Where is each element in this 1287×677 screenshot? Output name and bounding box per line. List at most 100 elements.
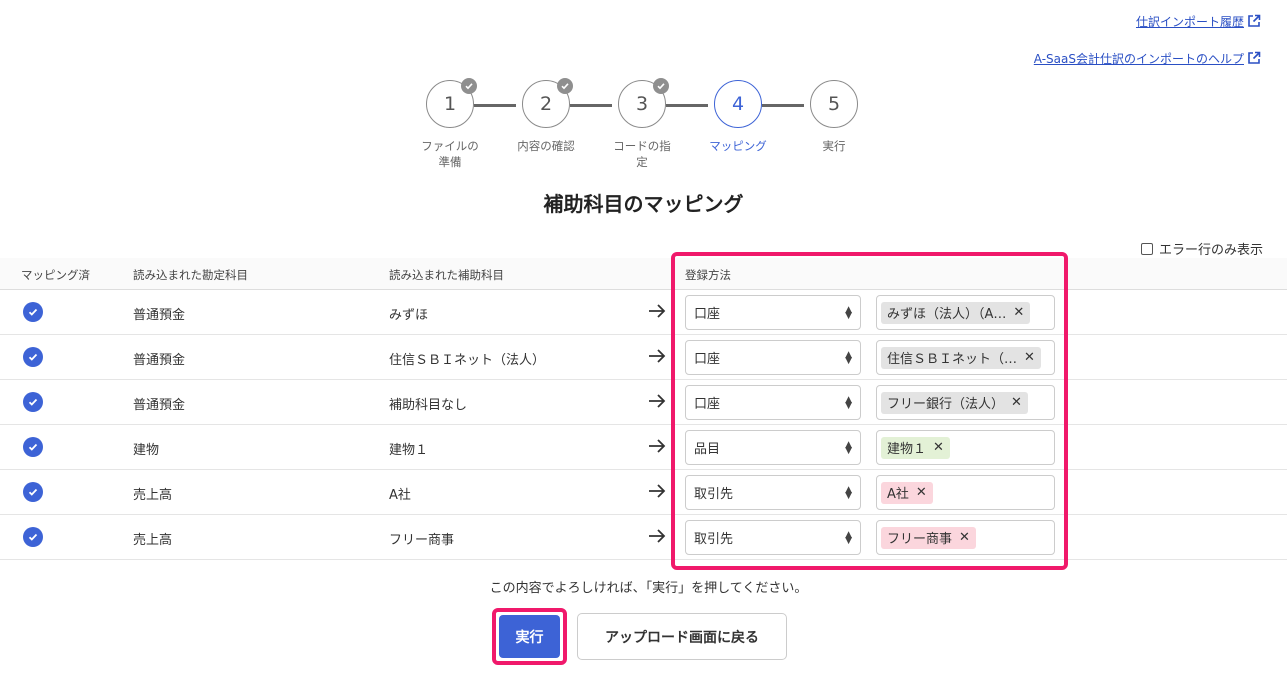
close-icon[interactable]: ✕ [959, 530, 970, 545]
step-connector [666, 104, 708, 107]
mapping-target-select[interactable]: 建物１ ✕ [876, 430, 1055, 465]
close-icon[interactable]: ✕ [916, 485, 927, 500]
method-select-value: 口座 [694, 352, 721, 367]
close-icon[interactable]: ✕ [1011, 395, 1022, 410]
check-circle-icon [23, 527, 43, 547]
error-only-filter[interactable]: エラー行のみ表示 [1140, 239, 1263, 258]
method-select[interactable]: 口座 ▲ ▼ [685, 295, 861, 330]
method-select-value: 取引先 [694, 487, 734, 502]
mapping-chip-label: フリー銀行（法人） [887, 397, 1005, 412]
mapping-chip-label: 住信ＳＢＩネット（… [887, 352, 1018, 367]
mapping-target-select[interactable]: フリー銀行（法人） ✕ [876, 385, 1055, 420]
step-label: コードの指 定 [612, 138, 672, 170]
method-select[interactable]: 口座 ▲ ▼ [685, 340, 861, 375]
mapping-target-select[interactable]: フリー商事 ✕ [876, 520, 1055, 555]
check-icon [557, 78, 573, 94]
sort-caret-icon: ▲ ▼ [845, 304, 852, 321]
row-account: 売上高 [133, 488, 173, 503]
method-select[interactable]: 品目 ▲ ▼ [685, 430, 861, 465]
confirm-message: この内容でよろしければ、「実行」を押してください。 [489, 581, 808, 596]
step-label-line: 内容の確認 [517, 139, 575, 153]
step-number: 3 [635, 93, 649, 115]
step-label-line: コードの指 [613, 139, 671, 153]
step-3: 3 コードの指 定 [612, 78, 672, 170]
error-only-checkbox[interactable] [1140, 242, 1153, 255]
step-circle: 4 [714, 80, 762, 128]
step-label: 実行 [804, 138, 864, 154]
stepper: 1 ファイルの 準備 2 内容の確認 3 コードの指 定 4 マッピング 5 実… [420, 78, 880, 180]
external-link-icon [1248, 14, 1261, 27]
table-row: 建物 建物１ 品目 ▲ ▼ 建物１ ✕ [0, 425, 1287, 470]
table-row: 普通預金 補助科目なし 口座 ▲ ▼ フリー銀行（法人） ✕ [0, 380, 1287, 425]
mapping-table: マッピング済 読み込まれた勘定科目 読み込まれた補助科目 登録方法 普通預金 み… [0, 258, 1287, 560]
row-sub-account: みずほ [389, 308, 429, 323]
back-to-upload-button[interactable]: アップロード画面に戻る [577, 613, 787, 660]
table-row: 売上高 A社 取引先 ▲ ▼ A社 ✕ [0, 470, 1287, 515]
step-label: マッピング [708, 138, 768, 154]
row-sub-account: 補助科目なし [389, 398, 468, 413]
header-sub-account: 読み込まれた補助科目 [389, 268, 504, 282]
step-connector [474, 104, 516, 107]
step-label: ファイルの 準備 [420, 138, 480, 170]
step-label-line: ファイルの [421, 139, 479, 153]
sort-caret-icon: ▲ ▼ [845, 349, 852, 366]
arrow-right-icon [649, 484, 666, 498]
close-icon[interactable]: ✕ [1013, 305, 1024, 320]
step-label-line: マッピング [709, 139, 767, 153]
check-circle-icon [23, 482, 43, 502]
arrow-right-icon [649, 394, 666, 408]
check-icon [461, 78, 477, 94]
step-connector [570, 104, 612, 107]
method-select[interactable]: 取引先 ▲ ▼ [685, 475, 861, 510]
step-label: 内容の確認 [516, 138, 576, 154]
step-number: 1 [443, 93, 457, 115]
import-history-link-label[interactable]: 仕訳インポート履歴 [1136, 13, 1244, 30]
import-help-link-label[interactable]: A-SaaS会計仕訳のインポートのヘルプ [1034, 50, 1244, 67]
method-select-value: 取引先 [694, 532, 734, 547]
step-circle: 2 [522, 78, 573, 128]
method-select[interactable]: 口座 ▲ ▼ [685, 385, 861, 420]
mapping-chip-label: みずほ（法人）（A… [887, 307, 1007, 322]
row-sub-account: 建物１ [389, 443, 429, 458]
method-select-value: 口座 [694, 307, 721, 322]
step-number: 4 [731, 93, 745, 115]
arrow-right-icon [649, 529, 666, 543]
mapping-target-select[interactable]: 住信ＳＢＩネット（… ✕ [876, 340, 1055, 375]
close-icon[interactable]: ✕ [1024, 350, 1035, 365]
import-history-link[interactable]: 仕訳インポート履歴 [1034, 12, 1261, 30]
row-account: 建物 [133, 443, 160, 458]
method-select-value: 品目 [694, 442, 721, 457]
row-sub-account: 住信ＳＢＩネット（法人） [389, 353, 546, 368]
step-label-line: 定 [636, 155, 648, 169]
execute-button[interactable]: 実行 [499, 615, 560, 658]
header-mapped: マッピング済 [21, 268, 90, 282]
sort-caret-icon: ▲ ▼ [845, 484, 852, 501]
header-account: 読み込まれた勘定科目 [133, 268, 248, 282]
step-5: 5 実行 [804, 80, 864, 154]
check-circle-icon [23, 392, 43, 412]
external-link-icon [1248, 51, 1261, 64]
page-title: 補助科目のマッピング [543, 192, 744, 216]
step-connector [762, 104, 804, 107]
step-number: 2 [539, 93, 553, 115]
close-icon[interactable]: ✕ [933, 440, 944, 455]
step-label-line: 準備 [438, 155, 462, 169]
method-select[interactable]: 取引先 ▲ ▼ [685, 520, 861, 555]
error-only-label[interactable]: エラー行のみ表示 [1159, 239, 1263, 258]
mapping-target-select[interactable]: A社 ✕ [876, 475, 1055, 510]
table-header: マッピング済 読み込まれた勘定科目 読み込まれた補助科目 登録方法 [0, 258, 1287, 290]
mapping-chip: フリー銀行（法人） ✕ [881, 391, 1028, 414]
step-circle: 1 [426, 78, 477, 128]
table-row: 売上高 フリー商事 取引先 ▲ ▼ フリー商事 ✕ [0, 515, 1287, 560]
mapping-chip-label: 建物１ [887, 442, 927, 457]
top-links: 仕訳インポート履歴 A-SaaS会計仕訳のインポートのヘルプ [1034, 12, 1261, 67]
check-icon [653, 78, 669, 94]
execute-button-highlight: 実行 [492, 608, 567, 665]
import-help-link[interactable]: A-SaaS会計仕訳のインポートのヘルプ [1034, 49, 1261, 67]
row-sub-account: A社 [389, 488, 411, 503]
mapping-target-select[interactable]: みずほ（法人）（A… ✕ [876, 295, 1055, 330]
step-4: 4 マッピング [708, 80, 768, 154]
mapping-chip: 建物１ ✕ [881, 436, 950, 459]
mapping-chip-label: フリー商事 [887, 532, 953, 547]
step-circle: 3 [618, 78, 669, 128]
